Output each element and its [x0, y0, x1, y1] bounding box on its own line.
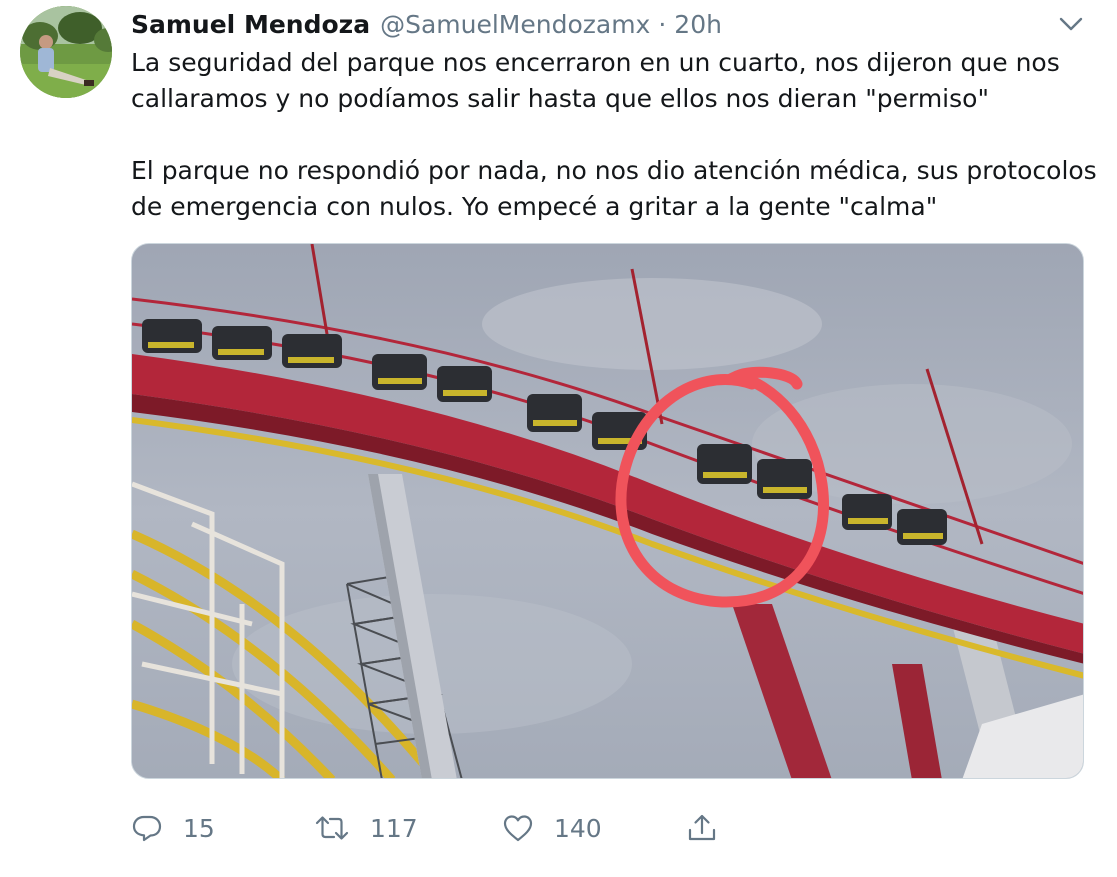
- author-handle[interactable]: @SamuelMendozamx: [380, 10, 650, 39]
- avatar-image: [20, 6, 112, 98]
- like-button[interactable]: 140: [502, 806, 602, 850]
- retweet-button[interactable]: 117: [314, 806, 418, 850]
- tweet-photo[interactable]: [131, 243, 1084, 779]
- tweet[interactable]: Samuel Mendoza @SamuelMendozamx · 20h La…: [0, 0, 1117, 877]
- heart-icon: [502, 812, 534, 844]
- retweet-count: 117: [370, 813, 418, 843]
- reply-button[interactable]: 15: [131, 806, 215, 850]
- tweet-paragraph: El parque no respondió por nada, no nos …: [131, 156, 1097, 221]
- reply-icon: [131, 812, 163, 844]
- avatar[interactable]: [20, 6, 112, 98]
- tweet-paragraph: La seguridad del parque nos encerraron e…: [131, 48, 1060, 113]
- reply-count: 15: [183, 813, 215, 843]
- timestamp[interactable]: 20h: [674, 10, 722, 39]
- chevron-down-icon[interactable]: [1056, 10, 1086, 38]
- like-count: 140: [554, 813, 602, 843]
- share-icon: [686, 812, 718, 844]
- retweet-icon: [314, 812, 350, 844]
- tweet-text: La seguridad del parque nos encerraron e…: [131, 45, 1101, 225]
- separator-dot: ·: [658, 9, 667, 39]
- share-button[interactable]: [686, 806, 718, 850]
- roller-coaster-photo: [132, 244, 1083, 778]
- tweet-actions: 15 117 140: [131, 806, 731, 850]
- author-name[interactable]: Samuel Mendoza: [131, 10, 370, 39]
- tweet-header: Samuel Mendoza @SamuelMendozamx · 20h: [131, 6, 722, 42]
